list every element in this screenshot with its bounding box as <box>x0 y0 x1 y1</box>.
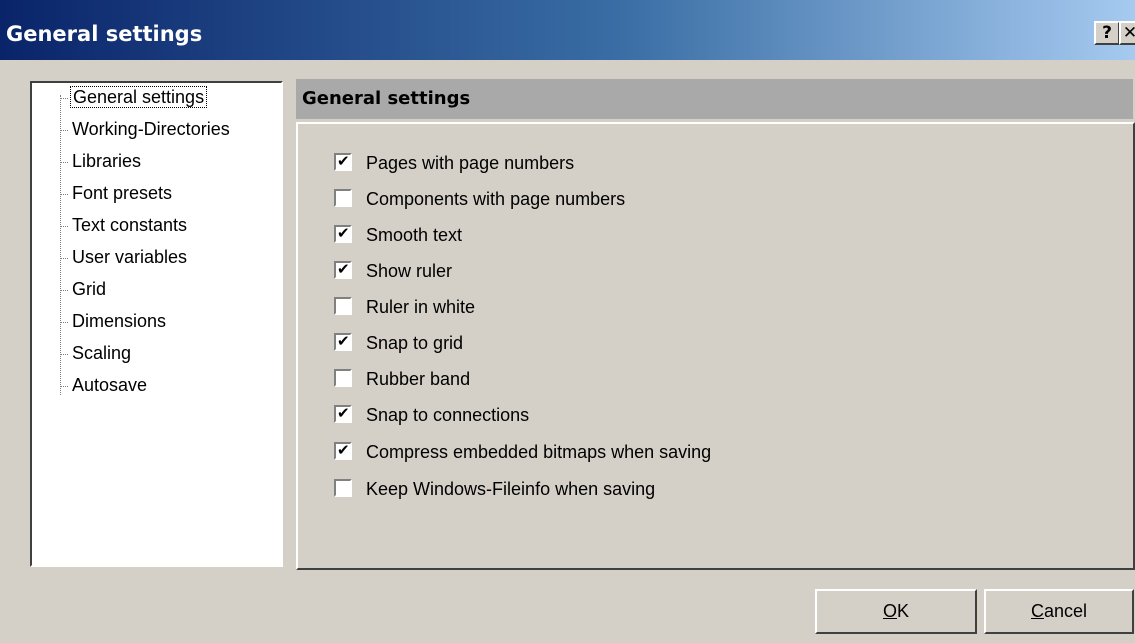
tree-item-label: General settings <box>70 86 208 108</box>
checkbox[interactable] <box>334 369 352 387</box>
ok-label: K <box>897 601 910 621</box>
tree-item-label: Scaling <box>72 343 132 363</box>
tree-item-label: User variables <box>72 247 188 267</box>
checkbox[interactable]: ✔ <box>334 404 352 423</box>
checkbox[interactable] <box>334 479 352 497</box>
tree-branch-line <box>60 193 68 195</box>
tree-item-dimensions[interactable]: Dimensions <box>60 306 168 336</box>
option-label: Rubber band <box>366 369 471 389</box>
panel-header: General settings <box>296 79 1133 119</box>
option-label: Compress embedded bitmaps when saving <box>366 442 712 462</box>
tree-item-label: Autosave <box>72 375 148 395</box>
tree-item-working-directories[interactable]: Working-Directories <box>60 114 232 144</box>
cancel-label: ancel <box>1043 601 1088 621</box>
tree-item-scaling[interactable]: Scaling <box>60 338 133 368</box>
option-label: Keep Windows-Fileinfo when saving <box>366 479 656 499</box>
option-label: Components with page numbers <box>366 189 626 209</box>
tree-branch-line <box>60 129 68 131</box>
tree-item-label: Dimensions <box>72 311 167 331</box>
tree-branch-line <box>60 385 68 387</box>
tree-item-text-constants[interactable]: Text constants <box>60 210 189 240</box>
option-label: Smooth text <box>366 225 463 245</box>
option-label: Show ruler <box>366 261 453 281</box>
cancel-mnemonic: C <box>1030 601 1044 621</box>
checkmark-icon: ✔ <box>337 404 350 422</box>
panel-title: General settings <box>302 88 471 109</box>
checkbox[interactable]: ✔ <box>334 152 352 171</box>
checkmark-icon: ✔ <box>337 441 350 459</box>
option-label: Snap to connections <box>366 405 530 425</box>
help-button[interactable]: ? <box>1094 21 1120 45</box>
checkmark-icon: ✔ <box>337 332 350 350</box>
tree-item-label: Text constants <box>72 215 188 235</box>
tree-item-label: Font presets <box>72 183 173 203</box>
option-label: Ruler in white <box>366 297 476 317</box>
tree-item-label: Grid <box>72 279 107 299</box>
tree-item-user-variables[interactable]: User variables <box>60 242 189 272</box>
option-label: Pages with page numbers <box>366 153 575 173</box>
tree-item-autosave[interactable]: Autosave <box>60 370 149 400</box>
close-button[interactable]: ✕ <box>1119 21 1135 45</box>
checkbox[interactable]: ✔ <box>334 441 352 460</box>
checkbox[interactable]: ✔ <box>334 332 352 351</box>
tree-branch-line <box>60 321 68 323</box>
settings-dialog: General settings ? ✕ General settings Wo… <box>0 0 1135 643</box>
title-bar: General settings ? ✕ <box>0 0 1135 60</box>
tree-branch-line <box>60 161 68 163</box>
checkmark-icon: ✔ <box>337 152 350 170</box>
settings-tree: General settings Working-Directories Lib… <box>30 81 283 567</box>
ok-button[interactable]: OK <box>815 589 977 634</box>
option-label: Snap to grid <box>366 333 464 353</box>
tree-branch-line <box>60 225 68 227</box>
ok-mnemonic: O <box>882 601 897 621</box>
checkbox[interactable]: ✔ <box>334 224 352 243</box>
tree-item-general-settings[interactable]: General settings <box>60 82 208 112</box>
checkmark-icon: ✔ <box>337 224 350 242</box>
checkbox[interactable] <box>334 189 352 207</box>
tree-branch-line <box>60 97 68 99</box>
checkbox[interactable]: ✔ <box>334 260 352 279</box>
tree-branch-line <box>60 257 68 259</box>
tree-branch-line <box>60 289 68 291</box>
tree-item-font-presets[interactable]: Font presets <box>60 178 174 208</box>
checkmark-icon: ✔ <box>337 260 350 278</box>
window-title: General settings <box>6 22 203 46</box>
checkbox[interactable] <box>334 297 352 315</box>
cancel-button[interactable]: Cancel <box>984 589 1134 634</box>
tree-item-label: Libraries <box>72 151 142 171</box>
tree-item-label: Working-Directories <box>72 119 230 139</box>
tree-item-libraries[interactable]: Libraries <box>60 146 143 176</box>
tree-branch-line <box>60 353 68 355</box>
tree-item-grid[interactable]: Grid <box>60 274 108 304</box>
